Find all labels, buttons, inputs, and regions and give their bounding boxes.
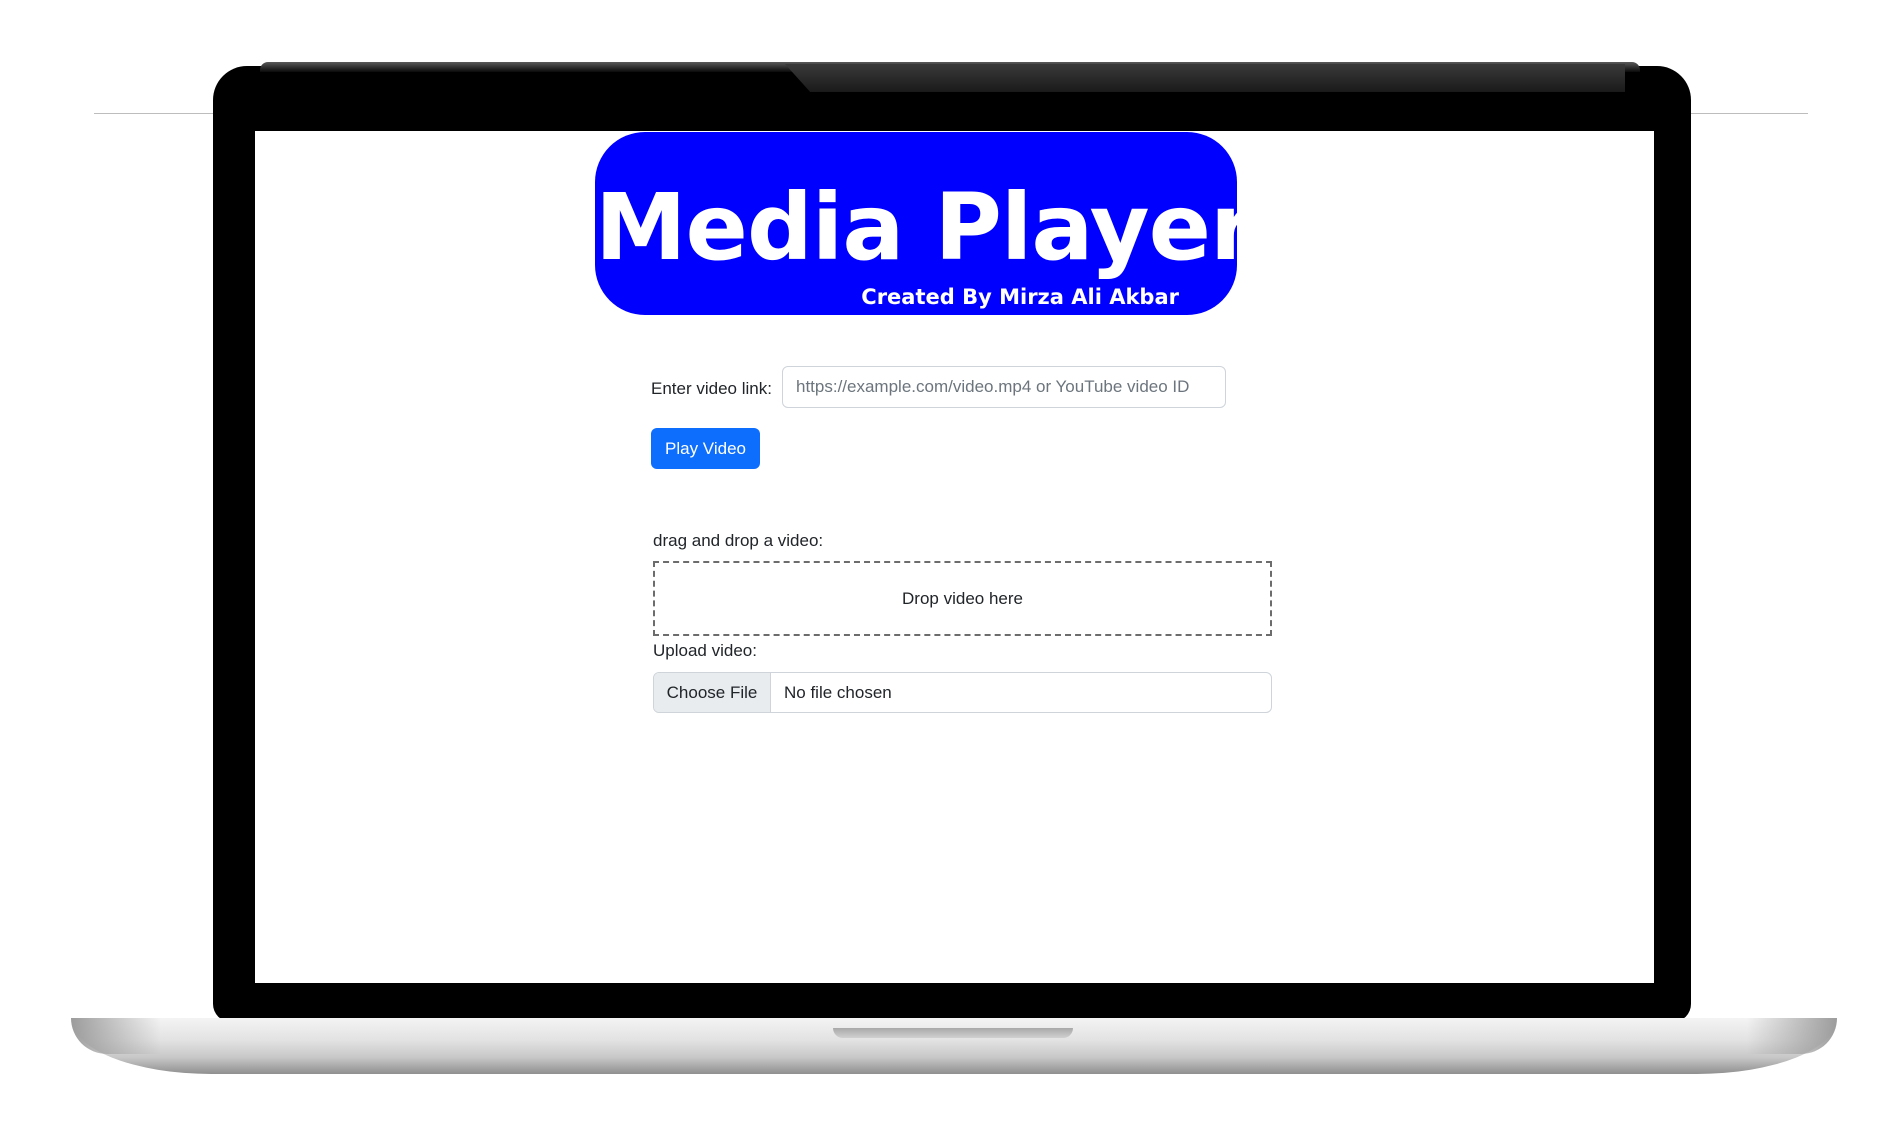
video-link-input[interactable] <box>782 366 1226 408</box>
base-right-shade <box>1747 1018 1837 1054</box>
video-link-label: Enter video link: <box>651 379 772 398</box>
laptop-base <box>71 1018 1837 1074</box>
upload-video-label: Upload video: <box>653 641 757 660</box>
file-upload-input[interactable]: Choose File No file chosen <box>653 672 1272 713</box>
header-banner: Media Player Created By Mirza Ali Akbar <box>595 132 1255 315</box>
play-video-button[interactable]: Play Video <box>651 428 760 469</box>
page-subtitle: Created By Mirza Ali Akbar <box>861 285 1179 309</box>
drop-zone[interactable]: Drop video here <box>653 561 1272 636</box>
laptop-screen: Media Player Created By Mirza Ali Akbar … <box>255 131 1654 983</box>
base-left-shade <box>71 1018 161 1054</box>
file-status-text: No file chosen <box>784 682 892 702</box>
laptop-notch <box>833 1028 1073 1038</box>
lid-reflection <box>785 64 1625 92</box>
drag-drop-label: drag and drop a video: <box>653 531 824 550</box>
device-mockup: Media Player Created By Mirza Ali Akbar … <box>0 0 1895 1139</box>
choose-file-button[interactable]: Choose File <box>654 673 771 712</box>
drop-zone-text: Drop video here <box>902 588 1023 608</box>
page-title: Media Player <box>595 174 1255 281</box>
